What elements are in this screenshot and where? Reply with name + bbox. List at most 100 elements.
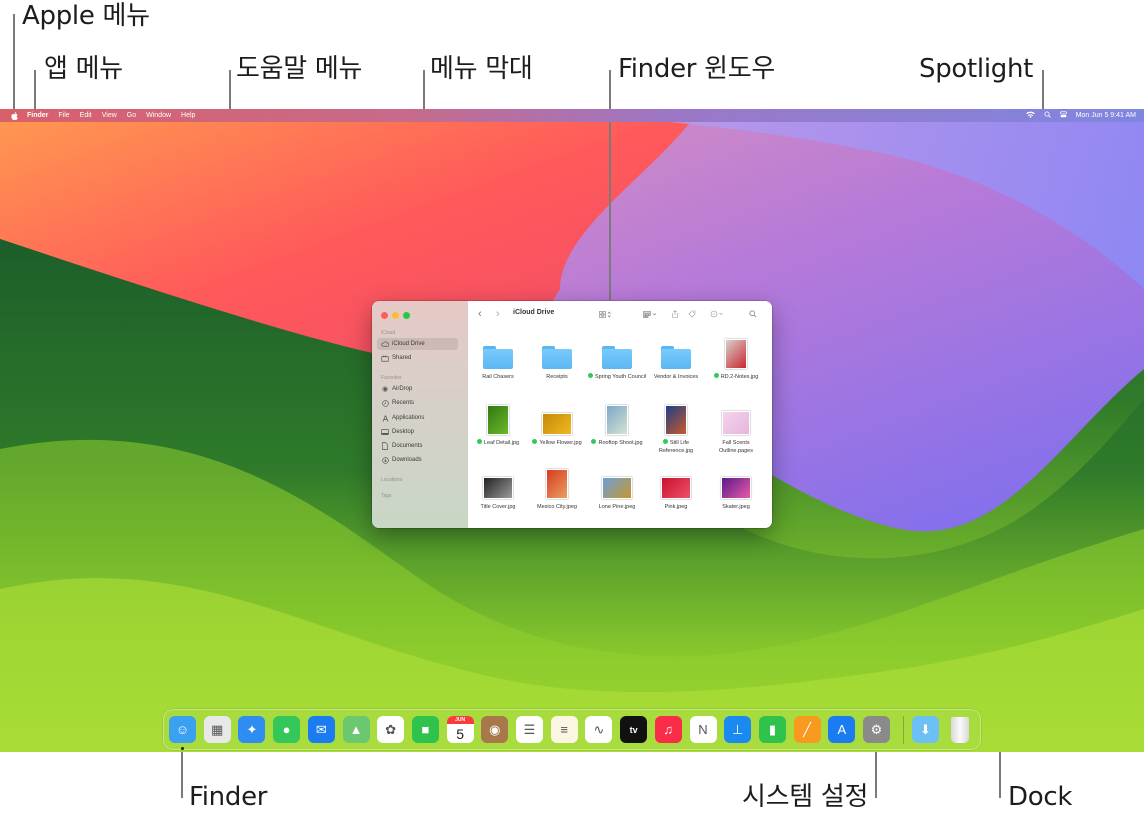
control-center-icon[interactable] — [1059, 111, 1067, 120]
file-item[interactable]: Lone Pine.jpeg — [587, 467, 647, 511]
menu-help[interactable]: Help — [181, 112, 195, 119]
menu-finder[interactable]: Finder — [27, 112, 48, 119]
file-name: Rooftop Shoot.jpg — [591, 439, 643, 447]
search-icon[interactable] — [749, 308, 757, 320]
messages-icon[interactable]: ● — [273, 716, 301, 743]
menu-window[interactable]: Window — [146, 112, 171, 119]
callout-system-settings: 시스템 설정 — [742, 782, 869, 812]
sidebar-item-icloud-drive[interactable]: iCloud Drive — [377, 338, 458, 350]
sidebar-item-downloads[interactable]: Downloads — [377, 454, 458, 466]
file-item[interactable]: Rail Chasers — [468, 337, 528, 381]
file-item[interactable]: Pink.jpeg — [646, 467, 706, 511]
image-thumbnail — [660, 467, 692, 499]
menu-go[interactable]: Go — [127, 112, 136, 119]
tag-icon[interactable] — [688, 308, 696, 320]
file-item[interactable]: Mexico City.jpeg — [527, 467, 587, 511]
group-icon[interactable] — [643, 308, 658, 320]
menu-edit[interactable]: Edit — [80, 112, 92, 119]
sidebar-section-favorites: Favorites — [381, 375, 402, 381]
facetime-icon[interactable]: ■ — [411, 716, 439, 743]
file-name: Receipts — [546, 374, 568, 380]
leader-finder — [181, 748, 183, 798]
system-settings-icon[interactable]: ⚙ — [863, 716, 890, 743]
leader-menu-bar — [423, 70, 425, 112]
file-item[interactable]: Vendor & Invoices — [646, 337, 706, 381]
freeform-icon[interactable]: ∿ — [585, 716, 613, 743]
contacts-icon[interactable]: ◉ — [481, 716, 509, 743]
image-thumbnail — [601, 467, 633, 499]
file-item[interactable]: Title Cover.jpg — [468, 467, 528, 511]
green-tag-icon — [532, 439, 538, 444]
file-item[interactable]: Receipts — [527, 337, 587, 381]
dock: ☺ ▦ ✦ ● ✉ ▲ ✿ ■ JUN 5 ◉ ☰ ≡ ∿ tv ♫ N ⊥ ▮ ╱ A ⚙ ⬇ — [163, 709, 981, 750]
shared-folder-icon — [381, 354, 389, 362]
sidebar-item-label: iCloud Drive — [392, 341, 425, 347]
file-name: Lone Pine.jpeg — [598, 504, 636, 510]
sidebar-item-applications[interactable]: Applications — [377, 412, 458, 424]
file-name: Title Cover.jpg — [480, 504, 516, 510]
callout-menu-bar: 메뉴 막대 — [430, 54, 533, 84]
numbers-icon[interactable]: ▮ — [758, 716, 786, 743]
news-icon[interactable]: N — [689, 716, 717, 743]
sidebar-item-recents[interactable]: Recents — [377, 397, 458, 409]
window-title: iCloud Drive — [513, 309, 555, 316]
menu-datetime[interactable]: Mon Jun 5 9:41 AM — [1076, 112, 1136, 119]
desktop-screen: Finder File Edit View Go Window Help Mon… — [0, 109, 1144, 752]
menu-file[interactable]: File — [58, 112, 69, 119]
icon-view-icon[interactable] — [599, 308, 612, 320]
sidebar-section-tags[interactable]: Tags — [381, 493, 392, 499]
zoom-button[interactable] — [403, 312, 410, 319]
keynote-icon[interactable]: ⊥ — [724, 716, 752, 743]
sidebar-item-desktop[interactable]: Desktop — [377, 426, 458, 438]
mail-icon[interactable]: ✉ — [307, 716, 335, 743]
green-tag-icon — [587, 373, 593, 378]
pages-icon[interactable]: ╱ — [793, 716, 821, 743]
minimize-button[interactable] — [392, 312, 399, 319]
file-item[interactable]: Yellow Flower.jpg — [527, 403, 587, 447]
forward-button[interactable]: › — [496, 308, 500, 320]
wifi-icon[interactable] — [1025, 111, 1035, 120]
back-button[interactable]: ‹ — [478, 308, 482, 320]
sidebar-item-airdrop[interactable]: ◉ AirDrop — [377, 383, 458, 395]
close-button[interactable] — [381, 312, 388, 319]
file-item[interactable]: Skater.jpeg — [706, 467, 766, 511]
music-icon[interactable]: ♫ — [654, 716, 682, 743]
maps-icon[interactable]: ▲ — [342, 716, 370, 743]
image-thumbnail — [482, 403, 514, 435]
sidebar-item-label: Recents — [392, 400, 415, 406]
file-name: RD.2-Notes.jpg — [713, 373, 758, 381]
downloads-folder-icon[interactable]: ⬇ — [912, 716, 939, 743]
launchpad-icon[interactable]: ▦ — [203, 716, 231, 743]
file-item[interactable]: Fall Scents Outline.pages — [706, 403, 766, 455]
image-thumbnail — [720, 467, 752, 499]
file-item[interactable]: Spring Youth Council — [587, 337, 647, 381]
trash-icon[interactable] — [946, 716, 973, 743]
folder-icon — [660, 337, 692, 369]
file-item[interactable]: Rooftop Shoot.jpg — [587, 403, 647, 447]
notes-icon[interactable]: ≡ — [550, 716, 578, 743]
calendar-icon[interactable]: JUN 5 — [446, 716, 474, 743]
file-name: Yellow Flower.jpg — [532, 439, 582, 447]
file-item[interactable]: Leaf Detail.jpg — [468, 403, 528, 447]
share-icon[interactable] — [672, 308, 678, 320]
app-store-icon[interactable]: A — [828, 716, 856, 743]
safari-icon[interactable]: ✦ — [238, 716, 266, 743]
magnifying-glass-icon[interactable] — [1044, 111, 1051, 120]
apple-logo-icon[interactable] — [10, 111, 18, 120]
folder-icon — [541, 337, 573, 369]
reminders-icon[interactable]: ☰ — [516, 716, 543, 743]
file-item[interactable]: RD.2-Notes.jpg — [706, 337, 766, 381]
photos-icon[interactable]: ✿ — [377, 716, 405, 743]
callout-help-menu: 도움말 메뉴 — [236, 54, 363, 84]
file-item[interactable]: Still Life Reference.jpg — [646, 403, 706, 455]
more-icon[interactable] — [710, 308, 725, 320]
folder-icon — [601, 337, 633, 369]
menu-view[interactable]: View — [102, 112, 117, 119]
sidebar-item-documents[interactable]: Documents — [377, 440, 458, 452]
sidebar-section-locations[interactable]: Locations — [381, 477, 402, 483]
apple-tv-icon[interactable]: tv — [620, 716, 648, 743]
finder-content: ‹ › iCloud Drive Rail Chasers Receipts Spr… — [468, 301, 772, 528]
sidebar-item-shared[interactable]: Shared — [377, 352, 458, 364]
file-name: Still Life Reference.jpg — [658, 439, 694, 454]
finder-icon[interactable]: ☺ — [169, 716, 196, 743]
